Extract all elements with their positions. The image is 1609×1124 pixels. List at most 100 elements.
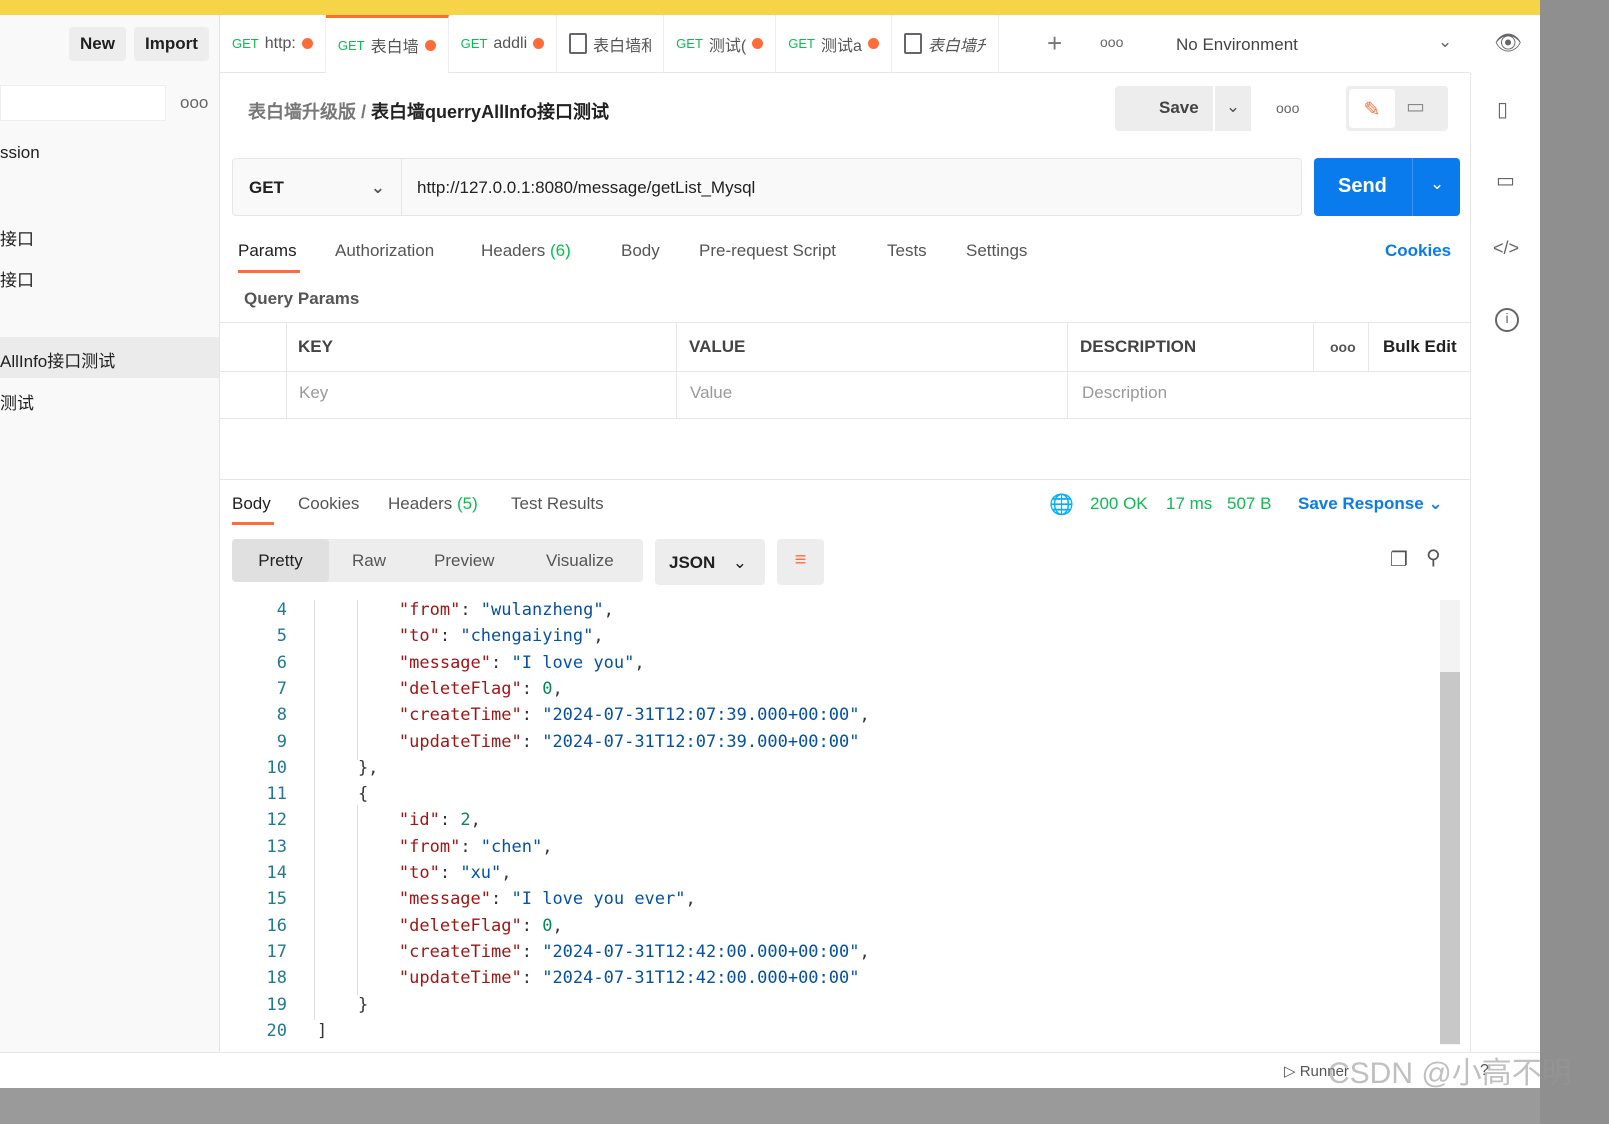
response-time[interactable]: 17 ms: [1166, 494, 1212, 514]
chevron-down-icon[interactable]: ⌄: [1438, 32, 1452, 52]
tab-label: http:: [264, 34, 296, 52]
comments-icon[interactable]: ▭: [1496, 168, 1515, 193]
save-response-label: Save Response: [1298, 494, 1424, 513]
method-select[interactable]: GET ⌄: [233, 159, 402, 215]
send-button[interactable]: Send ⌄: [1314, 158, 1460, 216]
request-tab[interactable]: GET addli: [449, 14, 558, 73]
response-tab-headers[interactable]: Headers (5): [388, 494, 478, 514]
code-token: ,: [685, 889, 696, 910]
bulk-edit-button[interactable]: Bulk Edit: [1383, 337, 1457, 357]
import-button[interactable]: Import: [134, 27, 209, 61]
headers-count: (5): [457, 494, 478, 513]
sidebar-item[interactable]: 接口: [0, 266, 34, 291]
method-label: GET: [249, 178, 284, 197]
value-input[interactable]: Value: [690, 383, 732, 403]
save-button[interactable]: Save: [1115, 86, 1213, 131]
more-icon[interactable]: ooo: [1330, 339, 1356, 355]
column-value: VALUE: [689, 337, 746, 356]
visualize-button[interactable]: Visualize: [546, 551, 614, 571]
code-token: "id": [398, 810, 440, 831]
code-token: ,: [859, 705, 870, 726]
code-token: :: [521, 731, 543, 752]
pretty-button[interactable]: Pretty: [232, 539, 329, 582]
request-tab[interactable]: 表白墙升: [892, 14, 999, 73]
save-dropdown-button[interactable]: ⌄: [1215, 86, 1251, 131]
scrollbar[interactable]: [1440, 600, 1460, 1045]
tab-headers[interactable]: Headers (6): [481, 241, 571, 261]
code-line: "message": "I love you ever",: [317, 889, 696, 909]
code-line: "updateTime": "2024-07-31T12:42:00.000+0…: [317, 968, 860, 989]
method-label: GET: [788, 36, 815, 51]
more-icon[interactable]: ooo: [180, 93, 208, 113]
code-token: :: [521, 941, 543, 962]
sidebar-item[interactable]: ssion: [0, 143, 40, 163]
response-tab-body[interactable]: Body: [232, 494, 271, 514]
code-token: "2024-07-31T12:07:39.000+00:00": [542, 705, 860, 726]
send-dropdown-icon[interactable]: ⌄: [1430, 174, 1444, 194]
environment-select[interactable]: No Environment: [1176, 35, 1298, 55]
info-icon[interactable]: i: [1495, 308, 1519, 332]
response-body-editor[interactable]: 4 "from": "wulanzheng", 5 "to": "chengaiy…: [232, 600, 1437, 1050]
sidebar-item[interactable]: 接口: [0, 225, 34, 250]
format-select[interactable]: JSON ⌄: [655, 539, 765, 585]
breadcrumb-parent[interactable]: 表白墙升级版: [248, 102, 356, 122]
code-token: "createTime": [398, 705, 522, 726]
code-token: "chengaiying": [460, 626, 594, 647]
right-rail: ▯ ▭ </> i: [1470, 73, 1540, 1053]
search-icon[interactable]: ⚲: [1426, 545, 1441, 570]
copy-icon[interactable]: ❐: [1390, 547, 1408, 572]
code-icon[interactable]: </>: [1493, 238, 1519, 259]
tab-pre-request-script[interactable]: Pre-request Script: [699, 241, 836, 261]
tab-settings[interactable]: Settings: [966, 241, 1027, 261]
comment-icon[interactable]: ▭: [1406, 94, 1425, 119]
document-icon: [569, 33, 588, 54]
code-line: "from": "wulanzheng",: [317, 600, 614, 620]
request-tab[interactable]: GET http:: [220, 14, 326, 73]
code-token: "2024-07-31T12:42:00.000+00:00": [542, 968, 860, 989]
cookies-link[interactable]: Cookies: [1385, 241, 1451, 261]
sidebar-item-selected[interactable]: AllInfo接口测试: [0, 337, 219, 378]
response-tab-test-results[interactable]: Test Results: [511, 494, 604, 514]
tab-tests[interactable]: Tests: [887, 241, 927, 261]
code-token: :: [491, 652, 512, 673]
sidebar-search-input[interactable]: [0, 85, 166, 121]
code-token: :: [521, 678, 543, 699]
url-input[interactable]: http://127.0.0.1:8080/message/getList_My…: [417, 178, 755, 198]
key-input[interactable]: Key: [299, 383, 328, 403]
preview-button[interactable]: Preview: [434, 551, 494, 571]
query-params-title: Query Params: [244, 289, 360, 308]
tab-label: 测试a: [820, 37, 862, 55]
new-tab-icon[interactable]: +: [1047, 28, 1062, 59]
tab-body[interactable]: Body: [621, 241, 660, 261]
status-bar: ▷ Runner ?: [0, 1052, 1540, 1088]
sidebar-item[interactable]: 测试: [0, 389, 34, 414]
code-line: "deleteFlag": 0,: [317, 916, 563, 936]
code-token: ,: [859, 941, 870, 962]
tab-params[interactable]: Params: [238, 241, 297, 261]
sidebar: New Import ooo ssion 接口 接口 AllInfo接口测试 测…: [0, 15, 220, 1052]
status-code[interactable]: 200 OK: [1090, 494, 1148, 514]
request-tab[interactable]: GET 测试a: [776, 14, 892, 73]
response-tab-cookies[interactable]: Cookies: [298, 494, 359, 514]
more-icon[interactable]: ooo: [1276, 100, 1299, 116]
wrap-lines-icon[interactable]: ≡: [777, 539, 824, 585]
raw-button[interactable]: Raw: [352, 551, 386, 571]
new-button[interactable]: New: [69, 27, 126, 61]
save-response-button[interactable]: Save Response ⌄: [1298, 494, 1443, 514]
description-input[interactable]: Description: [1082, 383, 1167, 403]
request-tab[interactable]: GET 测试(: [664, 14, 777, 73]
code-token: "from": [398, 836, 461, 857]
request-tab[interactable]: GET 表白墙: [325, 14, 449, 73]
code-line: "to": "chengaiying",: [317, 626, 604, 646]
request-tab[interactable]: 表白墙和: [557, 14, 665, 73]
more-tabs-icon[interactable]: ooo: [1100, 34, 1123, 50]
response-size[interactable]: 507 B: [1227, 494, 1271, 514]
unsaved-dot-icon: [533, 38, 545, 49]
code-line: "createTime": "2024-07-31T12:07:39.000+0…: [317, 705, 870, 725]
tab-authorization[interactable]: Authorization: [335, 241, 434, 261]
eye-icon[interactable]: 👁: [1494, 30, 1522, 56]
documentation-icon[interactable]: ▯: [1497, 97, 1508, 122]
code-token: ,: [501, 863, 512, 883]
scrollbar-thumb[interactable]: [1440, 672, 1460, 1044]
edit-icon[interactable]: ✎: [1349, 89, 1395, 128]
